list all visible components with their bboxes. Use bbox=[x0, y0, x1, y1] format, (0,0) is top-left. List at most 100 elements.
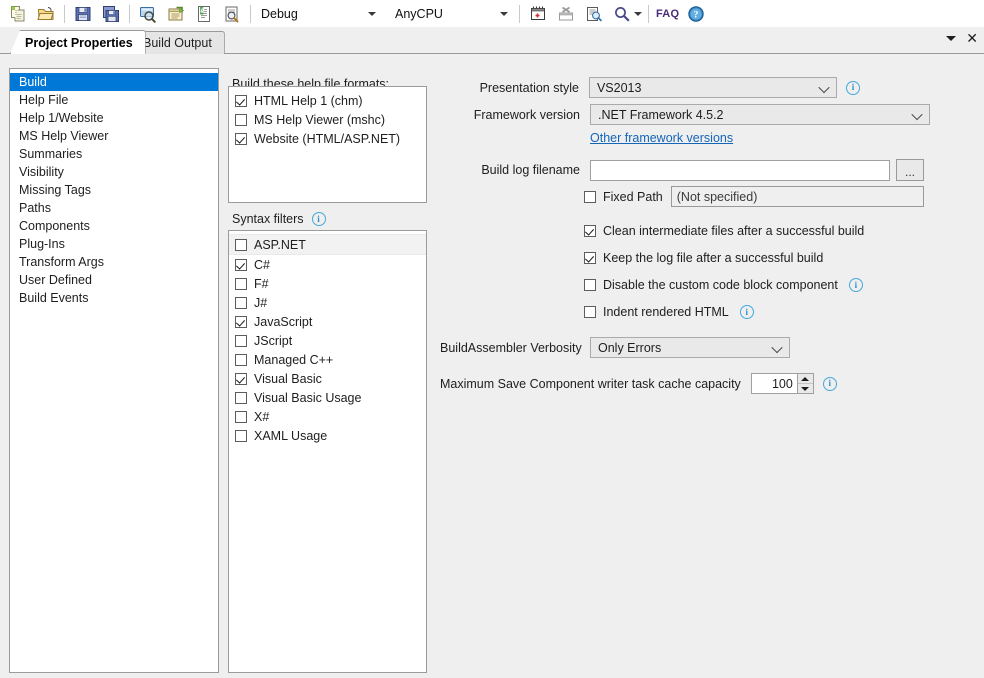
chevron-down-icon[interactable] bbox=[946, 36, 956, 41]
framework-version-combo[interactable]: .NET Framework 4.5.2 bbox=[590, 104, 930, 125]
format-html-help-1[interactable]: HTML Help 1 (chm) bbox=[229, 91, 426, 110]
checkbox-icon[interactable] bbox=[235, 354, 247, 366]
sidebar-item-missing-tags[interactable]: Missing Tags bbox=[10, 181, 218, 199]
info-icon[interactable]: i bbox=[846, 81, 860, 95]
syntax-filter-visual-basic[interactable]: Visual Basic bbox=[229, 369, 426, 388]
cache-capacity-value[interactable]: 100 bbox=[751, 373, 797, 394]
disable-code-block-label: Disable the custom code block component bbox=[603, 278, 838, 292]
build-log-filename-input[interactable] bbox=[590, 160, 890, 181]
sidebar-item-help-file[interactable]: Help File bbox=[10, 91, 218, 109]
view-help-file-icon[interactable] bbox=[135, 1, 161, 27]
close-icon[interactable]: ✕ bbox=[966, 31, 978, 45]
sidebar-item-build[interactable]: Build bbox=[10, 73, 218, 91]
cancel-build-icon[interactable] bbox=[553, 1, 579, 27]
checkbox-icon[interactable] bbox=[235, 95, 247, 107]
checkbox-icon[interactable] bbox=[235, 114, 247, 126]
syntax-filter-xsharp[interactable]: X# bbox=[229, 407, 426, 426]
checkbox-icon[interactable] bbox=[235, 316, 247, 328]
save-icon[interactable] bbox=[70, 1, 96, 27]
disable-code-block-row[interactable]: Disable the custom code block component … bbox=[584, 278, 863, 292]
sidebar-item-paths[interactable]: Paths bbox=[10, 199, 218, 217]
syntax-filter-javascript[interactable]: JavaScript bbox=[229, 312, 426, 331]
sidebar-item-plug-ins[interactable]: Plug-Ins bbox=[10, 235, 218, 253]
checkbox-icon[interactable] bbox=[235, 411, 247, 423]
checkbox-icon[interactable] bbox=[584, 191, 596, 203]
sidebar-item-visibility[interactable]: Visibility bbox=[10, 163, 218, 181]
project-explorer-icon[interactable] bbox=[163, 1, 189, 27]
clean-intermediate-row[interactable]: Clean intermediate files after a success… bbox=[584, 224, 864, 238]
checkbox-icon[interactable] bbox=[235, 430, 247, 442]
checkbox-icon[interactable] bbox=[235, 259, 247, 271]
faq-button[interactable]: FAQ bbox=[653, 8, 682, 20]
view-build-log-icon[interactable] bbox=[581, 1, 607, 27]
presentation-style-label: Presentation style bbox=[440, 81, 579, 95]
help-file-formats-list[interactable]: HTML Help 1 (chm) MS Help Viewer (mshc) … bbox=[228, 86, 427, 203]
other-framework-versions-link[interactable]: Other framework versions bbox=[590, 131, 733, 145]
format-website[interactable]: Website (HTML/ASP.NET) bbox=[229, 129, 426, 148]
checkbox-icon[interactable] bbox=[584, 306, 596, 318]
syntax-filter-csharp[interactable]: C# bbox=[229, 255, 426, 274]
info-icon[interactable]: i bbox=[312, 212, 326, 226]
toolbar-separator bbox=[250, 5, 251, 23]
syntax-filter-xaml-usage[interactable]: XAML Usage bbox=[229, 426, 426, 445]
syntax-filters-list[interactable]: ASP.NET C# F# J# JavaScript bbox=[228, 230, 427, 673]
sidebar-item-summaries[interactable]: Summaries bbox=[10, 145, 218, 163]
entity-references-icon[interactable] bbox=[219, 1, 245, 27]
build-project-icon[interactable] bbox=[525, 1, 551, 27]
info-icon[interactable]: i bbox=[740, 305, 754, 319]
sidebar-item-help-1-website[interactable]: Help 1/Website bbox=[10, 109, 218, 127]
build-log-filename-label: Build log filename bbox=[440, 163, 580, 177]
checkbox-icon[interactable] bbox=[235, 133, 247, 145]
document-tab-strip: Project Properties Build Output ✕ bbox=[0, 27, 984, 54]
open-project-icon[interactable] bbox=[33, 1, 59, 27]
preview-dropdown-arrow[interactable] bbox=[634, 12, 642, 16]
syntax-filter-label: XAML Usage bbox=[254, 429, 327, 443]
syntax-filter-jsharp[interactable]: J# bbox=[229, 293, 426, 312]
checkbox-icon[interactable] bbox=[235, 278, 247, 290]
indent-html-row[interactable]: Indent rendered HTML i bbox=[584, 305, 754, 319]
save-all-icon[interactable] bbox=[98, 1, 124, 27]
syntax-filter-managed-cpp[interactable]: Managed C++ bbox=[229, 350, 426, 369]
checkbox-icon[interactable] bbox=[235, 297, 247, 309]
info-icon[interactable]: i bbox=[823, 377, 837, 391]
checkbox-icon[interactable] bbox=[235, 392, 247, 404]
format-ms-help-viewer[interactable]: MS Help Viewer (mshc) bbox=[229, 110, 426, 129]
verbosity-combo[interactable]: Only Errors bbox=[590, 337, 790, 358]
sidebar-item-transform-args[interactable]: Transform Args bbox=[10, 253, 218, 271]
checkbox-icon[interactable] bbox=[584, 252, 596, 264]
keep-log-row[interactable]: Keep the log file after a successful bui… bbox=[584, 251, 823, 265]
presentation-style-value: VS2013 bbox=[597, 81, 641, 95]
syntax-filter-asp-net[interactable]: ASP.NET bbox=[229, 234, 426, 255]
stepper-buttons[interactable] bbox=[797, 373, 814, 394]
info-icon[interactable]: i bbox=[849, 278, 863, 292]
syntax-filter-jscript[interactable]: JScript bbox=[229, 331, 426, 350]
category-list[interactable]: Build Help File Help 1/Website MS Help V… bbox=[9, 68, 219, 673]
cache-capacity-stepper[interactable]: 100 bbox=[751, 373, 814, 394]
platform-combo[interactable]: AnyCPU bbox=[389, 4, 515, 24]
chevron-down-icon bbox=[500, 12, 508, 16]
checkbox-icon[interactable] bbox=[584, 279, 596, 291]
syntax-filter-label: Visual Basic bbox=[254, 372, 322, 386]
preview-icon[interactable] bbox=[609, 1, 635, 27]
help-circle-icon[interactable]: ? bbox=[683, 1, 709, 27]
new-project-icon[interactable] bbox=[5, 1, 31, 27]
syntax-filter-visual-basic-usage[interactable]: Visual Basic Usage bbox=[229, 388, 426, 407]
syntax-filters-group-label: Syntax filters i bbox=[232, 212, 326, 226]
checkbox-icon[interactable] bbox=[235, 239, 247, 251]
project-properties-icon[interactable]: # bbox=[191, 1, 217, 27]
sidebar-item-build-events[interactable]: Build Events bbox=[10, 289, 218, 307]
checkbox-icon[interactable] bbox=[235, 373, 247, 385]
configuration-combo[interactable]: Debug bbox=[255, 4, 383, 24]
checkbox-icon[interactable] bbox=[235, 335, 247, 347]
sidebar-item-ms-help-viewer[interactable]: MS Help Viewer bbox=[10, 127, 218, 145]
stepper-down-button[interactable] bbox=[798, 383, 813, 393]
build-log-browse-button[interactable]: ... bbox=[896, 159, 924, 181]
sidebar-item-user-defined[interactable]: User Defined bbox=[10, 271, 218, 289]
presentation-style-combo[interactable]: VS2013 bbox=[589, 77, 837, 98]
sidebar-item-components[interactable]: Components bbox=[10, 217, 218, 235]
syntax-filter-label: C# bbox=[254, 258, 270, 272]
tab-project-properties[interactable]: Project Properties bbox=[10, 30, 146, 54]
stepper-up-button[interactable] bbox=[798, 374, 813, 383]
syntax-filter-fsharp[interactable]: F# bbox=[229, 274, 426, 293]
checkbox-icon[interactable] bbox=[584, 225, 596, 237]
